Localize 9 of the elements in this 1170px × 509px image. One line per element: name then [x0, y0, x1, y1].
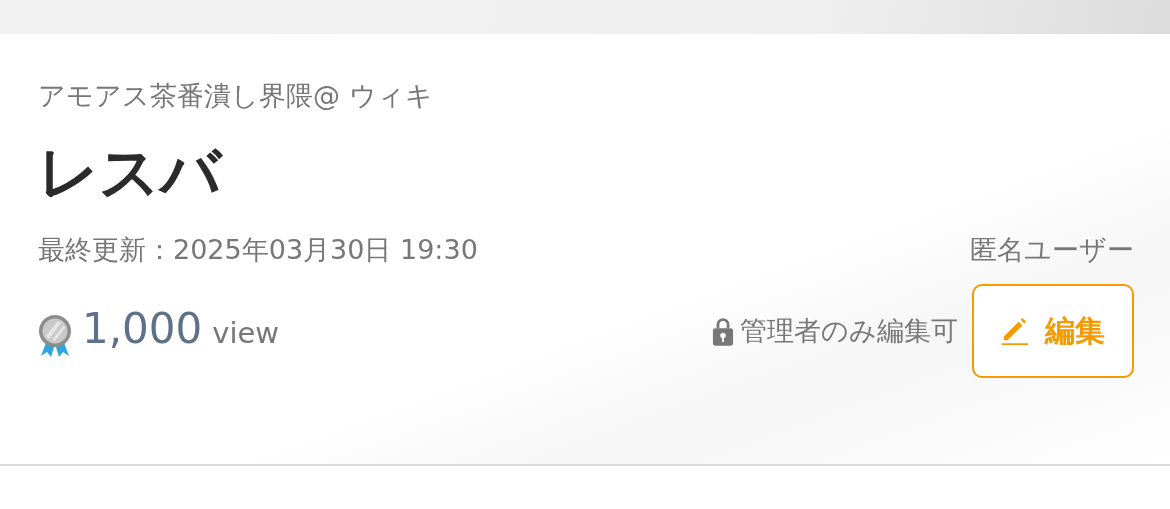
medal-icon	[38, 314, 72, 358]
view-unit: view	[212, 316, 280, 350]
site-name[interactable]: アモアス茶番潰し界隈@ ウィキ	[38, 78, 1134, 114]
edit-permission: 管理者のみ編集可	[740, 314, 958, 348]
author-name: 匿名ユーザー	[970, 233, 1134, 267]
pencil-icon	[1001, 317, 1029, 345]
view-count: 1,000	[82, 304, 203, 353]
page-title: レスバ	[38, 136, 224, 209]
last-updated: 最終更新：2025年03月30日 19:30	[38, 233, 478, 267]
